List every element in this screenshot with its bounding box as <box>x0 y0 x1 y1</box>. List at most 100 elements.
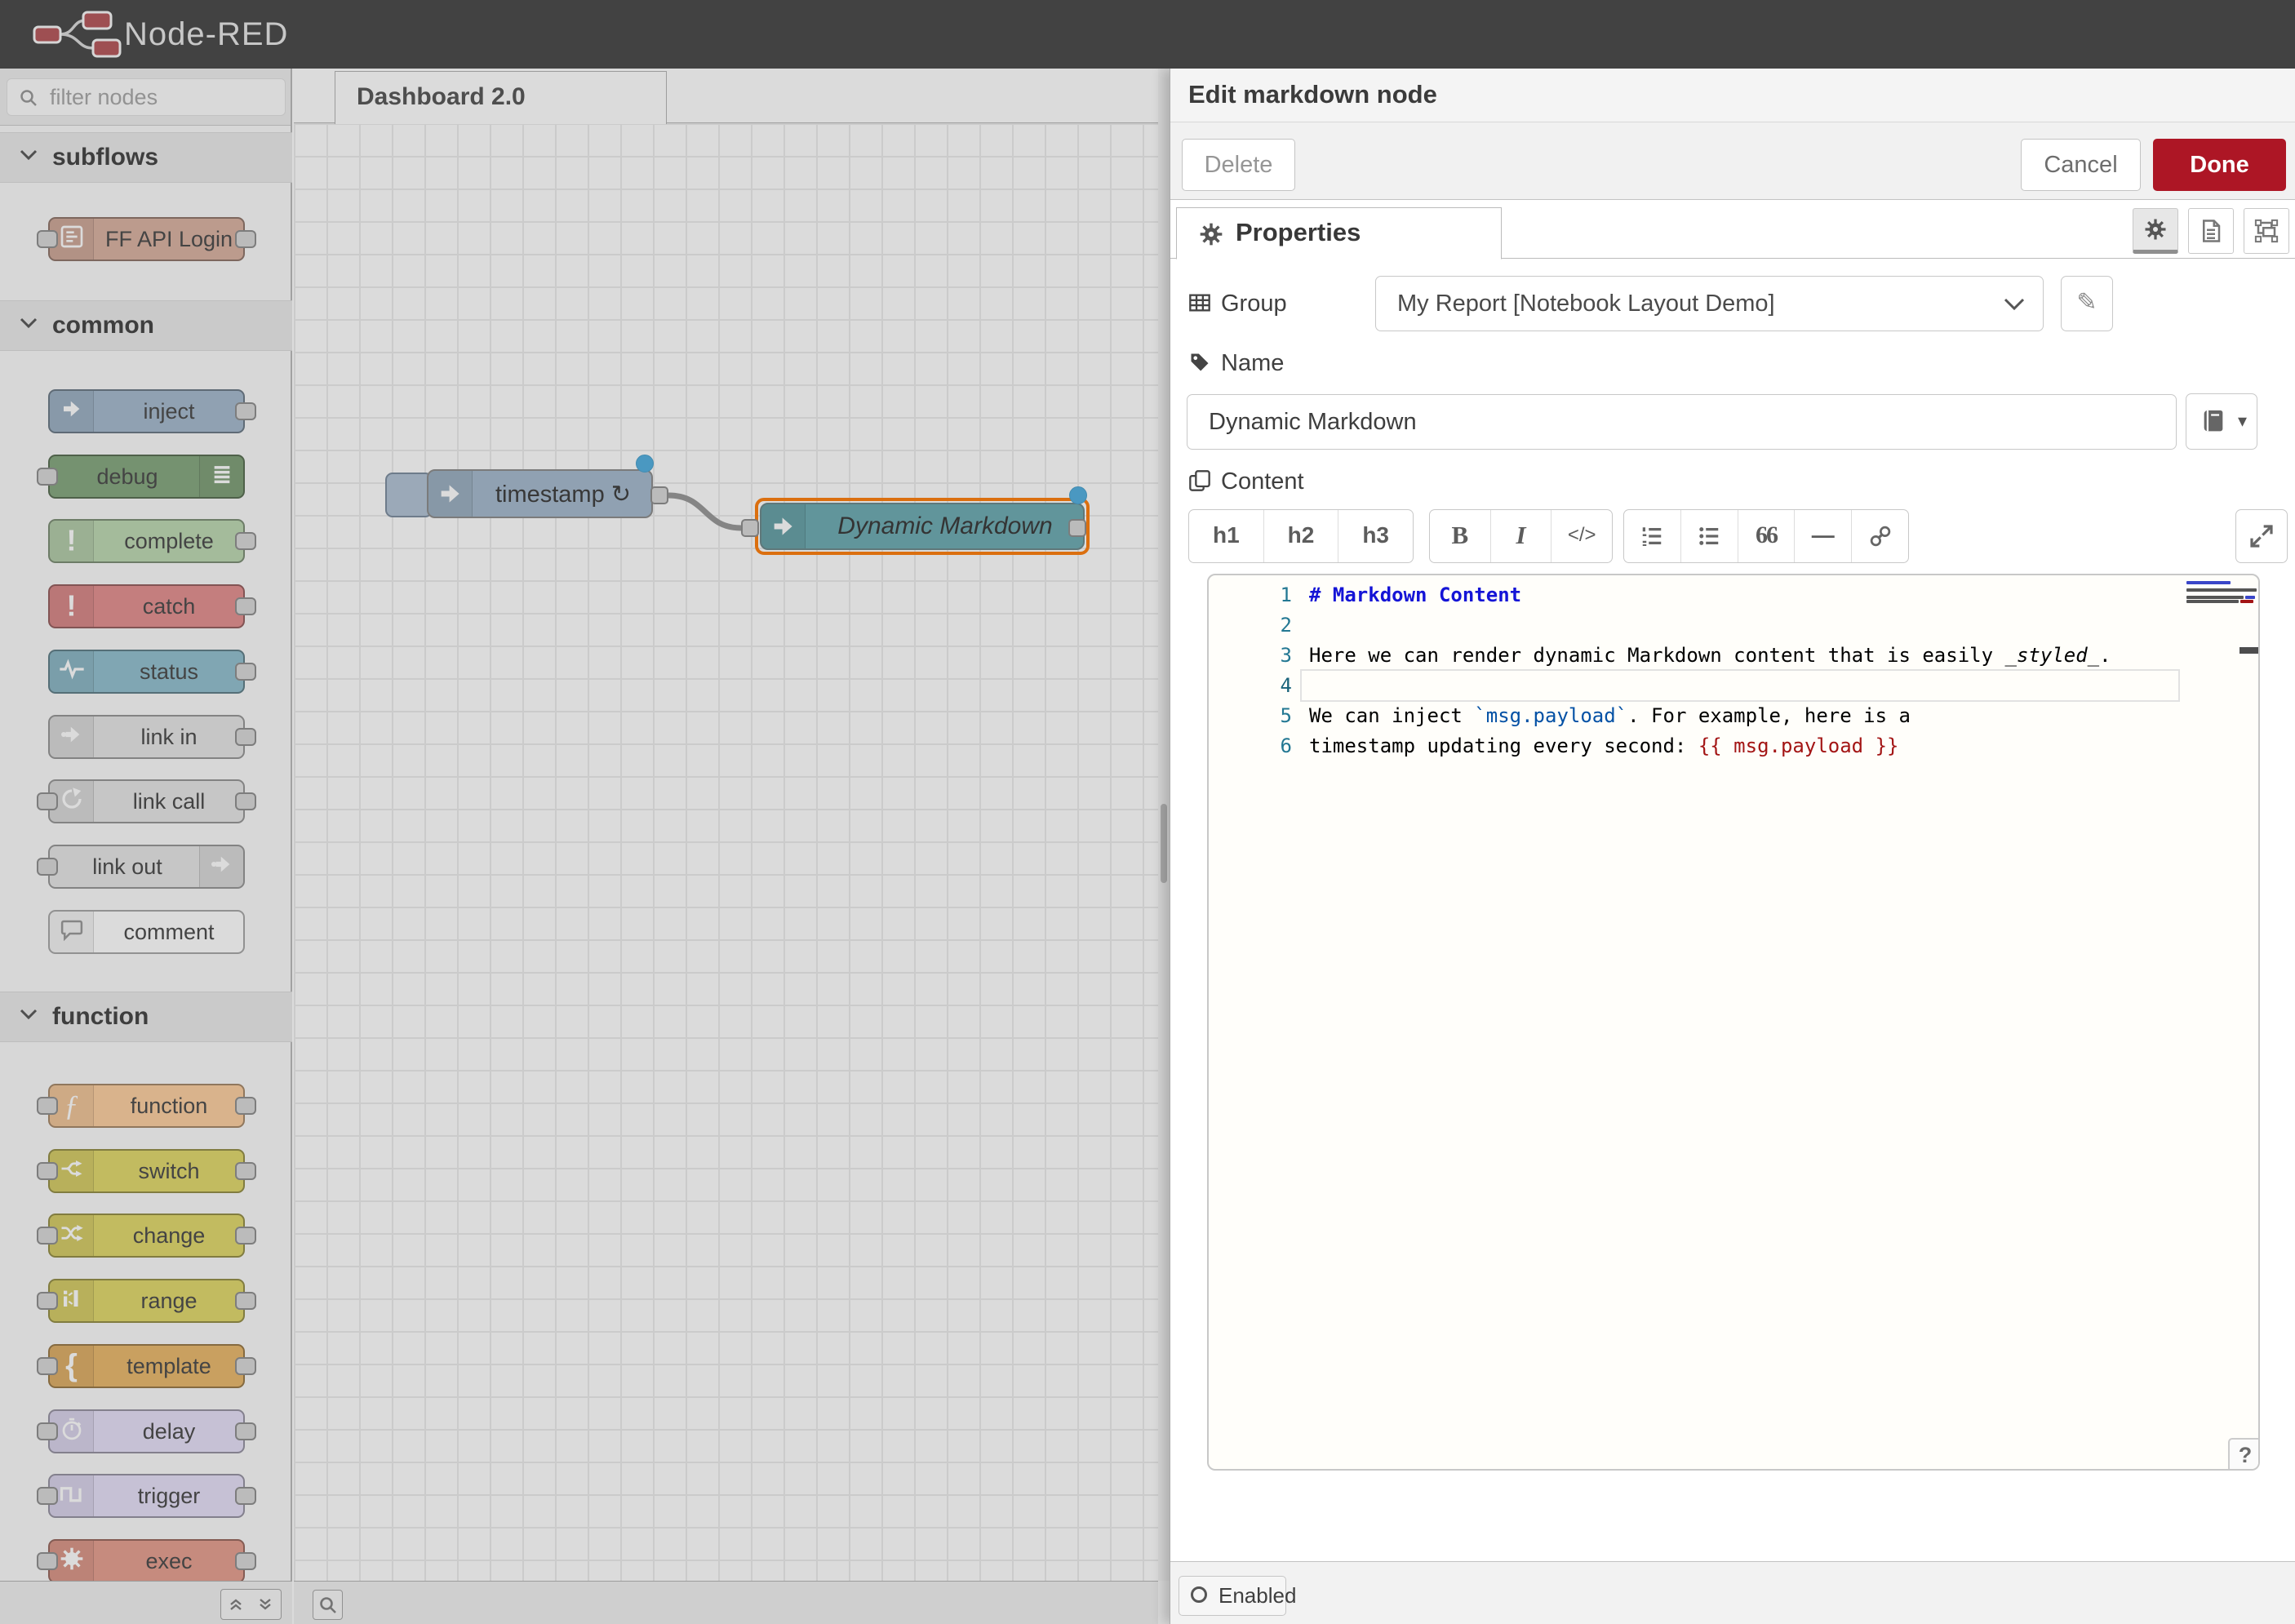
palette-node-status[interactable]: status <box>48 650 245 694</box>
scrollbar-thumb[interactable] <box>1161 804 1167 883</box>
collapse-all-button[interactable] <box>220 1589 251 1620</box>
palette-node-switch[interactable]: switch <box>48 1149 245 1193</box>
input-port[interactable] <box>37 1487 58 1505</box>
input-port[interactable] <box>37 1292 58 1310</box>
palette-node-trigger[interactable]: trigger <box>48 1474 245 1518</box>
output-port[interactable] <box>235 597 256 615</box>
palette-node-complete[interactable]: !complete <box>48 519 245 563</box>
input-port[interactable] <box>37 468 58 486</box>
chevron-down-icon <box>20 149 38 165</box>
output-port[interactable] <box>235 663 256 681</box>
editor-help-button[interactable]: ? <box>2228 1438 2260 1471</box>
input-port[interactable] <box>37 230 58 248</box>
group-field-label: Group <box>1188 291 1287 317</box>
exclaim-icon: ! <box>50 586 94 627</box>
output-port[interactable] <box>235 1097 256 1115</box>
input-port[interactable] <box>37 1357 58 1375</box>
h2-button[interactable]: h2 <box>1264 510 1339 562</box>
output-port[interactable] <box>235 1292 256 1310</box>
flow-canvas[interactable]: Dashboard 2.0 timestamp ↻ Dynamic Markdo… <box>294 69 1158 1624</box>
enabled-circle-icon <box>1191 1586 1207 1603</box>
search-icon <box>318 1595 338 1615</box>
palette-category-function[interactable]: function <box>0 992 292 1042</box>
output-port[interactable] <box>235 1162 256 1180</box>
tab-properties-icon-button[interactable] <box>2133 208 2178 254</box>
tab-properties[interactable]: Properties <box>1176 207 1502 260</box>
output-port[interactable] <box>235 1487 256 1505</box>
tab-description-button[interactable] <box>2188 208 2234 254</box>
horizontal-rule-button[interactable]: — <box>1795 510 1852 562</box>
editor-lines: 1# Markdown Content 2 3Here we can rende… <box>1209 580 2258 761</box>
output-port[interactable] <box>235 1552 256 1570</box>
input-port[interactable] <box>741 519 759 537</box>
output-port[interactable] <box>235 728 256 746</box>
output-port[interactable] <box>235 532 256 550</box>
input-port[interactable] <box>37 1422 58 1440</box>
canvas-footer <box>294 1581 1158 1624</box>
unordered-list-button[interactable] <box>1681 510 1738 562</box>
palette-node-FF-API-Login[interactable]: FF API Login <box>48 217 245 261</box>
tab-appearance-button[interactable] <box>2244 208 2289 254</box>
editor-minimap[interactable] <box>2186 575 2260 820</box>
bold-button[interactable]: B <box>1430 510 1491 562</box>
tab-dashboard-2.0[interactable]: Dashboard 2.0 <box>335 71 667 124</box>
ordered-list-button[interactable] <box>1624 510 1681 562</box>
input-port[interactable] <box>37 792 58 810</box>
italic-button[interactable]: I <box>1491 510 1552 562</box>
output-port[interactable] <box>235 792 256 810</box>
palette-node-link-in[interactable]: link in <box>48 715 245 759</box>
output-port[interactable] <box>1068 519 1086 537</box>
palette-category-common[interactable]: common <box>0 300 292 351</box>
input-port[interactable] <box>37 1227 58 1245</box>
changed-indicator <box>636 455 654 473</box>
zoom-search-button[interactable] <box>313 1590 343 1620</box>
palette: filter nodes subflows FF API Login common i… <box>0 69 292 1581</box>
expand-editor-button[interactable] <box>2235 509 2288 563</box>
output-port[interactable] <box>650 486 668 504</box>
node-enabled-toggle[interactable]: Enabled <box>1179 1576 1286 1616</box>
done-button[interactable]: Done <box>2153 139 2286 191</box>
markdown-editor[interactable]: 1# Markdown Content 2 3Here we can rende… <box>1207 574 2260 1471</box>
palette-node-link-call[interactable]: link call <box>48 779 245 823</box>
canvas-node-timestamp[interactable]: timestamp ↻ <box>427 469 653 518</box>
canvas-node-dynamic-markdown[interactable]: Dynamic Markdown <box>760 503 1085 550</box>
expand-all-button[interactable] <box>251 1589 282 1620</box>
palette-node-link-out[interactable]: link out <box>48 845 245 889</box>
palette-node-function[interactable]: ƒfunction <box>48 1084 245 1128</box>
canvas-scrollbar[interactable] <box>1158 69 1170 1581</box>
output-port[interactable] <box>235 1227 256 1245</box>
palette-node-catch[interactable]: !catch <box>48 584 245 628</box>
chevron-down-icon <box>20 1009 38 1024</box>
env-var-button[interactable]: ▾ <box>2186 393 2257 450</box>
palette-node-range[interactable]: range <box>48 1279 245 1323</box>
output-port[interactable] <box>235 1357 256 1375</box>
edit-group-button[interactable]: ✎ <box>2061 276 2113 331</box>
output-port[interactable] <box>235 1422 256 1440</box>
palette-node-exec[interactable]: exec <box>48 1539 245 1583</box>
output-port[interactable] <box>235 230 256 248</box>
palette-category-subflows[interactable]: subflows <box>0 132 292 183</box>
input-port[interactable] <box>37 858 58 876</box>
h1-button[interactable]: h1 <box>1189 510 1264 562</box>
inject-trigger-button[interactable] <box>385 473 433 517</box>
group-select[interactable]: My Report [Notebook Layout Demo] <box>1375 276 2044 331</box>
code-button[interactable]: </> <box>1551 510 1612 562</box>
palette-node-inject[interactable]: inject <box>48 389 245 433</box>
input-port[interactable] <box>37 1097 58 1115</box>
link-button[interactable] <box>1852 510 1908 562</box>
palette-node-comment[interactable]: comment <box>48 910 245 954</box>
palette-node-delay[interactable]: delay <box>48 1409 245 1453</box>
palette-node-debug[interactable]: debug <box>48 455 245 499</box>
delete-button[interactable]: Delete <box>1182 139 1295 191</box>
output-port[interactable] <box>235 402 256 420</box>
name-input[interactable] <box>1187 394 2177 450</box>
cancel-button[interactable]: Cancel <box>2021 139 2141 191</box>
input-port[interactable] <box>37 1552 58 1570</box>
blockquote-button[interactable]: 66 <box>1738 510 1796 562</box>
palette-node-change[interactable]: change <box>48 1214 245 1258</box>
h3-button[interactable]: h3 <box>1338 510 1413 562</box>
book-icon <box>2200 408 2227 436</box>
palette-search-input[interactable]: filter nodes <box>7 78 286 116</box>
input-port[interactable] <box>37 1162 58 1180</box>
palette-node-template[interactable]: {template <box>48 1344 245 1388</box>
